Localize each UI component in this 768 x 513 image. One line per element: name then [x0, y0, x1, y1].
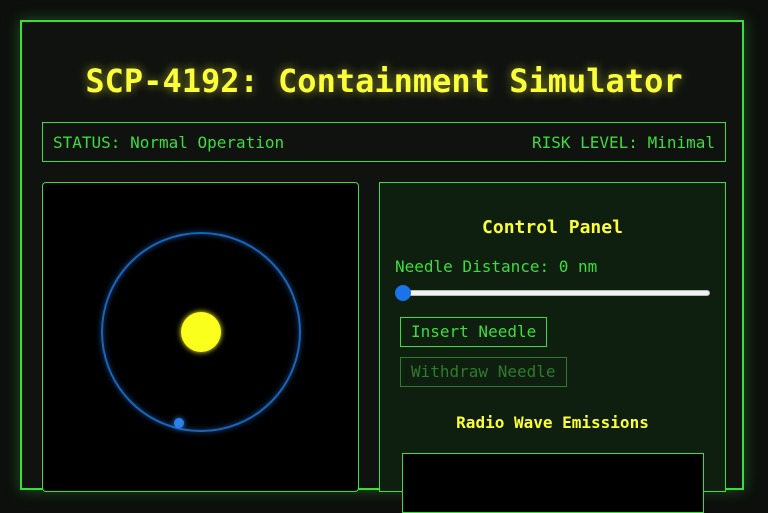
core-sphere: [181, 312, 221, 352]
status-bar: STATUS: Normal Operation RISK LEVEL: Min…: [42, 122, 726, 162]
risk-level-text: RISK LEVEL: Minimal: [531, 132, 715, 152]
simulator-frame: SCP-4192: Containment Simulator STATUS: …: [20, 20, 744, 513]
radio-emissions-display: [402, 453, 704, 513]
slider-thumb[interactable]: [395, 285, 411, 301]
containment-visualization: [42, 182, 359, 492]
page-title: SCP-4192: Containment Simulator: [85, 62, 683, 100]
status-text: STATUS: Normal Operation: [53, 132, 285, 152]
orbiting-particle: [174, 418, 184, 428]
withdraw-needle-button[interactable]: Withdraw Needle: [400, 357, 567, 387]
visualization-canvas: [101, 232, 301, 432]
needle-distance-label: Needle Distance: 0 nm: [395, 257, 598, 276]
radio-emissions-title: Radio Wave Emissions: [456, 413, 649, 432]
needle-distance-slider[interactable]: [395, 285, 710, 301]
insert-needle-button[interactable]: Insert Needle: [400, 317, 548, 347]
slider-track[interactable]: [397, 290, 710, 296]
control-panel-title: Control Panel: [482, 217, 623, 238]
control-panel: Control Panel Needle Distance: 0 nm Inse…: [379, 182, 726, 513]
